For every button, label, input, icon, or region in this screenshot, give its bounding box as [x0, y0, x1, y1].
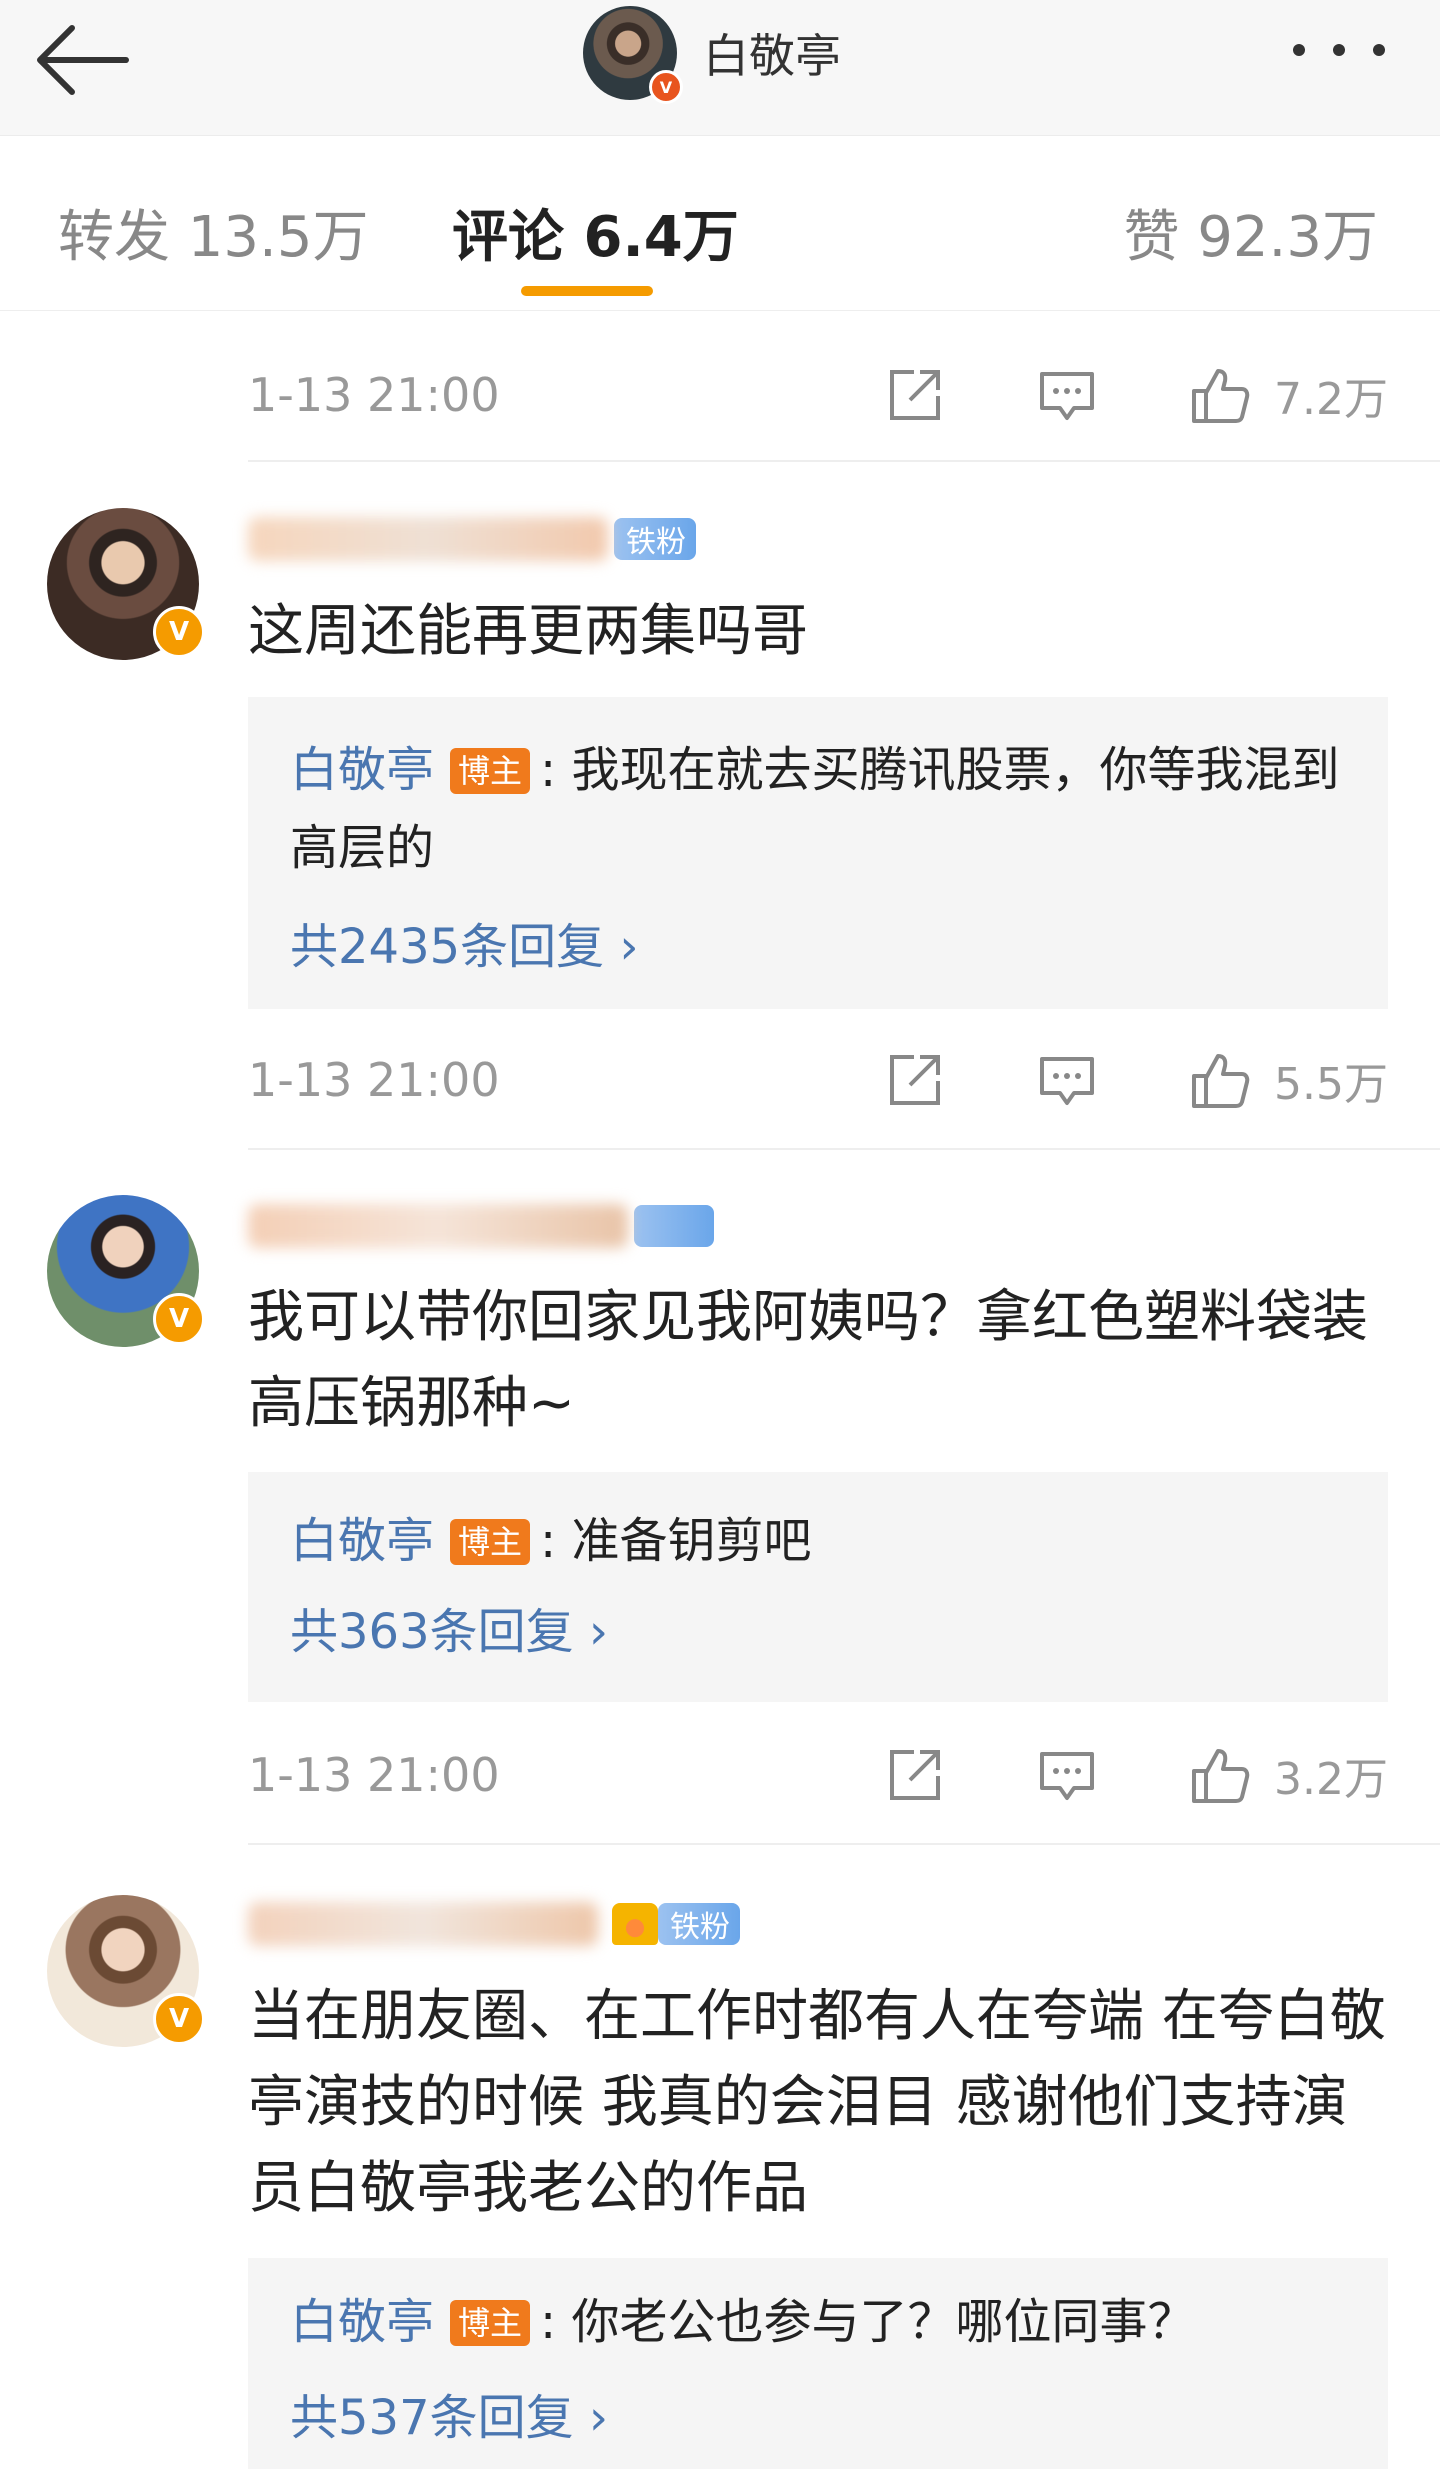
comment-icon [1040, 1752, 1094, 1800]
top-bar: V 白敬亭 [0, 0, 1440, 136]
page-title: 白敬亭 [703, 29, 841, 83]
reply-button[interactable] [1036, 1740, 1098, 1810]
reply-preview[interactable]: 白敬亭 博主: 我现在就去买腾讯股票，你等我混到高层的 共2435条回复 › [248, 697, 1388, 1009]
view-replies-link[interactable]: 共537条回复 › [290, 2378, 608, 2448]
verified-badge-icon: V [649, 70, 683, 104]
share-button[interactable] [884, 1045, 946, 1115]
like-count: 7.2万 [1274, 374, 1388, 425]
host-badge: 博主 [450, 748, 531, 794]
thumbs-up-icon [1192, 1749, 1250, 1803]
host-reply: 白敬亭 博主: 我现在就去买腾讯股票，你等我混到高层的 [290, 731, 1350, 887]
share-button[interactable] [884, 360, 946, 430]
more-button[interactable] [1284, 20, 1394, 80]
like-count: 3.2万 [1274, 1754, 1388, 1805]
comment-meta: 1-13 21:00 7.2万 [248, 360, 1388, 430]
fan-badge: 铁粉 [658, 1903, 740, 1945]
thumbs-up-icon [1192, 369, 1250, 423]
thumbs-up-icon [1192, 1054, 1250, 1108]
divider [248, 1148, 1440, 1150]
commenter-avatar[interactable]: V [47, 1895, 205, 2047]
verified-badge-icon: V [153, 1993, 205, 2045]
comment-time: 1-13 21:00 [248, 368, 500, 422]
reply-preview[interactable]: 白敬亭 博主: 你老公也参与了？哪位同事？ 共537条回复 › [248, 2258, 1388, 2469]
reply-button[interactable] [1036, 360, 1098, 430]
comment-time: 1-13 21:00 [248, 1748, 500, 1802]
commenter-avatar[interactable]: V [47, 1195, 205, 1347]
like-button[interactable]: 7.2万 [1188, 360, 1388, 430]
comment-icon [1040, 1057, 1094, 1105]
comment-meta: 1-13 21:00 5.5万 [248, 1045, 1388, 1115]
header-avatar[interactable]: V [583, 6, 683, 104]
reply-author[interactable]: 白敬亭 [290, 1513, 434, 1569]
view-replies-link[interactable]: 共363条回复 › [290, 1592, 608, 1662]
comment-text: 我可以带你回家见我阿姨吗？拿红色塑料袋装高压锅那种~ [248, 1285, 1368, 1436]
comment-icon [1040, 372, 1094, 420]
share-button[interactable] [884, 1740, 946, 1810]
back-button[interactable] [30, 10, 140, 110]
crown-icon [612, 1903, 658, 1945]
host-badge: 博主 [450, 1519, 531, 1565]
host-reply: 白敬亭 博主: 准备钥剪吧 [290, 1502, 1350, 1580]
more-dots-icon [1293, 44, 1385, 56]
divider [248, 1843, 1440, 1845]
header-user[interactable]: V 白敬亭 [583, 5, 841, 104]
tab-likes[interactable]: 赞 92.3万 [1124, 192, 1379, 273]
reply-text: : 我现在就去买腾讯股票，你等我混到高层的 [290, 742, 1340, 876]
active-tab-indicator [521, 286, 653, 296]
like-button[interactable]: 3.2万 [1188, 1740, 1388, 1810]
comment-time: 1-13 21:00 [248, 1053, 500, 1107]
host-reply: 白敬亭 博主: 你老公也参与了？哪位同事？ [290, 2283, 1350, 2361]
share-icon [890, 1750, 940, 1800]
comment-text: 这周还能再更两集吗哥 [248, 599, 808, 664]
comment-text: 当在朋友圈、在工作时都有人在夸端 在夸白敬亭演技的时候 我真的会泪目 感谢他们支… [248, 1984, 1386, 2221]
tab-reposts[interactable]: 转发 13.5万 [58, 192, 369, 273]
reply-text: : 准备钥剪吧 [540, 1513, 812, 1569]
reply-button[interactable] [1036, 1045, 1098, 1115]
divider [248, 460, 1440, 462]
blurred-username [248, 1204, 628, 1248]
blurred-username [248, 1902, 598, 1946]
like-count: 5.5万 [1274, 1059, 1388, 1110]
commenter-name[interactable]: 铁粉 [248, 1893, 740, 1955]
back-arrow-icon [37, 25, 129, 95]
reply-text: : 你老公也参与了？哪位同事？ [540, 2294, 1196, 2350]
like-button[interactable]: 5.5万 [1188, 1045, 1388, 1115]
host-badge: 博主 [450, 2300, 531, 2346]
fan-badge: 铁粉 [614, 518, 696, 560]
commenter-name[interactable]: 铁粉 [248, 508, 696, 570]
comment-meta: 1-13 21:00 3.2万 [248, 1740, 1388, 1810]
tab-comments[interactable]: 评论 6.4万 [452, 192, 739, 273]
tab-bar: 转发 13.5万 评论 6.4万 赞 92.3万 [0, 137, 1440, 311]
reply-author[interactable]: 白敬亭 [290, 2294, 434, 2350]
commenter-name[interactable] [248, 1195, 714, 1257]
verified-badge-icon: V [153, 1293, 205, 1345]
fan-badge-blurred [634, 1205, 714, 1247]
view-replies-link[interactable]: 共2435条回复 › [290, 907, 639, 977]
share-icon [890, 370, 940, 420]
commenter-avatar[interactable]: V [47, 508, 205, 660]
reply-preview[interactable]: 白敬亭 博主: 准备钥剪吧 共363条回复 › [248, 1472, 1388, 1702]
reply-author[interactable]: 白敬亭 [290, 742, 434, 798]
blurred-username [248, 517, 608, 561]
verified-badge-icon: V [153, 606, 205, 658]
share-icon [890, 1055, 940, 1105]
